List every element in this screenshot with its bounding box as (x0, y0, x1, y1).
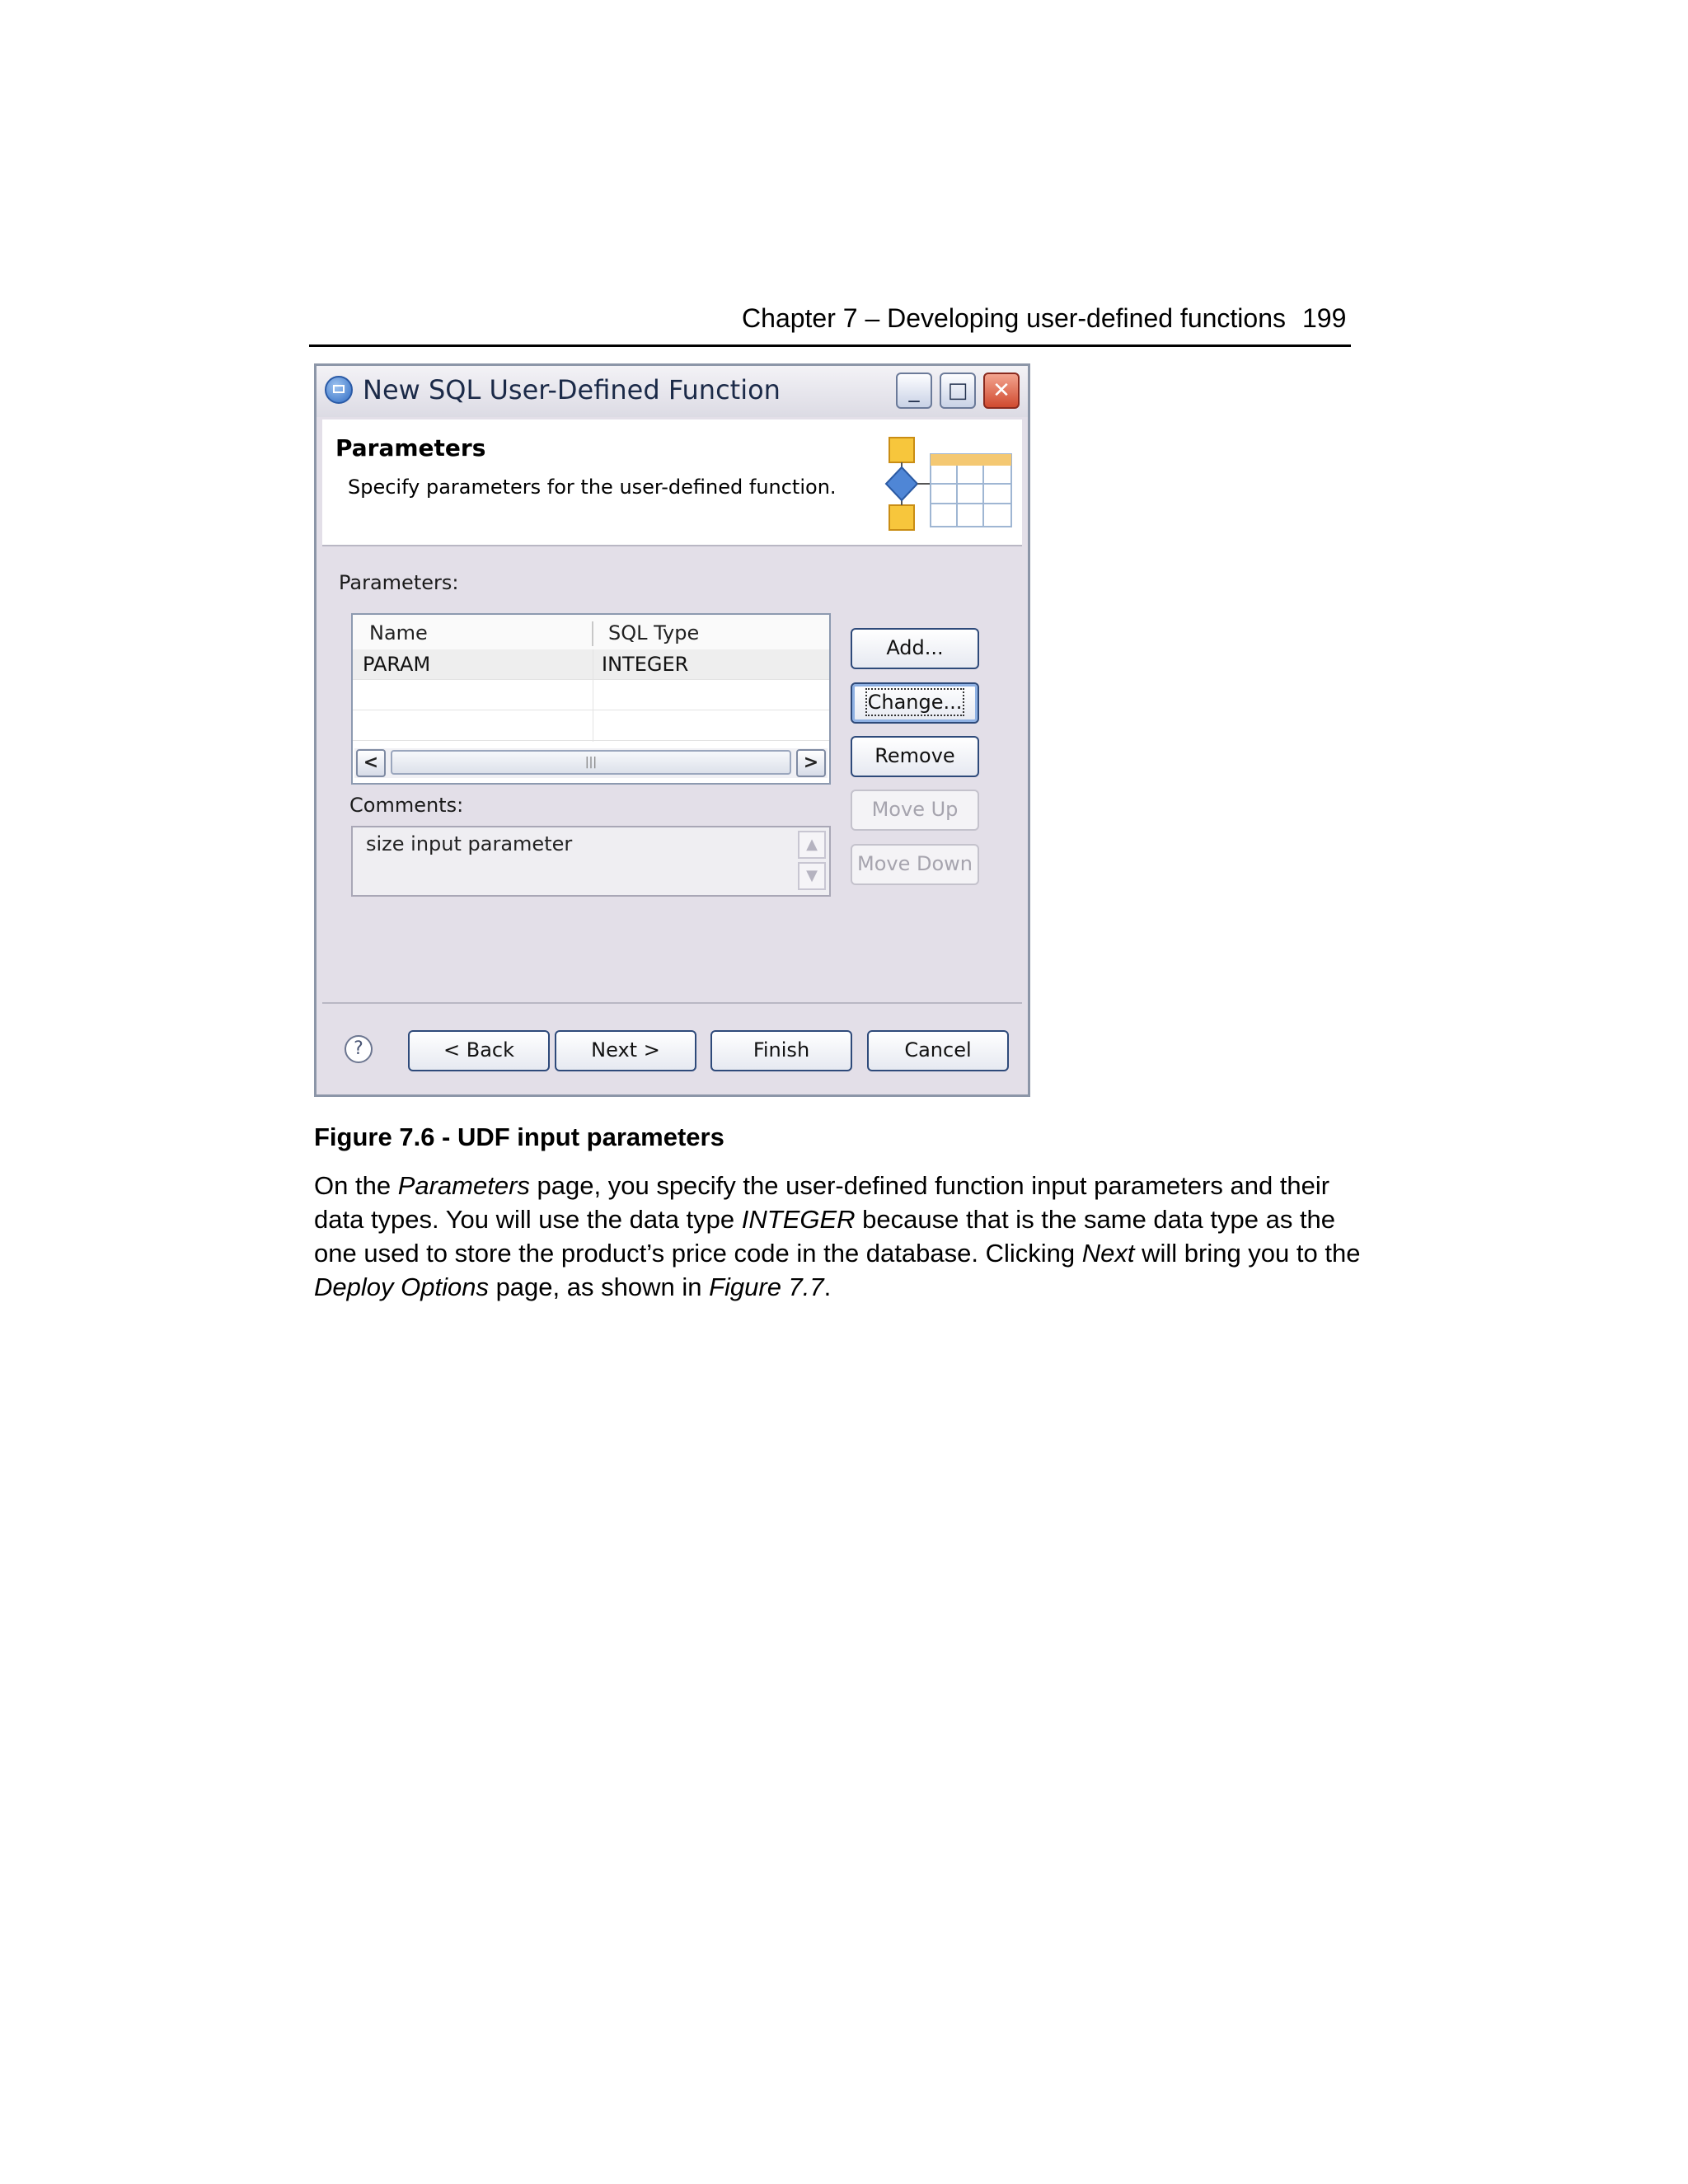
move-up-button[interactable]: Move Up (851, 790, 979, 831)
table-row[interactable]: PARAM INTEGER (353, 649, 829, 680)
back-button[interactable]: < Back (408, 1030, 550, 1071)
para-emphasis: Parameters (397, 1171, 530, 1200)
page-number: 199 (1302, 303, 1347, 333)
close-button[interactable]: ✕ (983, 373, 1020, 409)
scroll-up-icon: ▲ (798, 831, 826, 859)
para-text: On the (314, 1171, 398, 1200)
change-button[interactable]: Change... (851, 682, 979, 724)
remove-button[interactable]: Remove (851, 736, 979, 777)
running-header-title: Chapter 7 – Developing user-defined func… (742, 303, 1286, 333)
scrollbar-thumb[interactable]: ||| (391, 750, 791, 775)
para-text: page, as shown in (488, 1272, 710, 1301)
page-description: Specify parameters for the user-defined … (348, 476, 837, 499)
para-emphasis: Deploy Options (314, 1272, 489, 1301)
body-paragraph: On the Parameters page, you specify the … (314, 1169, 1361, 1304)
maximize-button[interactable]: □ (940, 373, 976, 409)
parameters-table[interactable]: Name SQL Type PARAM INTEGER < ||| > (351, 613, 831, 785)
comments-value: size input parameter (366, 832, 573, 855)
page-title: Parameters (335, 434, 486, 462)
table-row-empty (353, 680, 829, 710)
footer-divider (322, 1002, 1022, 1004)
cancel-button[interactable]: Cancel (867, 1030, 1009, 1071)
finish-button[interactable]: Finish (710, 1030, 852, 1071)
window-titlebar[interactable]: New SQL User-Defined Function _ □ ✕ (316, 366, 1028, 417)
cell-sql-type: INTEGER (602, 653, 689, 676)
minimize-button[interactable]: _ (896, 373, 932, 409)
para-emphasis: Next (1081, 1239, 1135, 1268)
move-down-button[interactable]: Move Down (851, 844, 979, 885)
column-header-name[interactable]: Name (369, 621, 428, 644)
udf-dialog-window: New SQL User-Defined Function _ □ ✕ Para… (314, 363, 1030, 1097)
window-app-icon (325, 376, 353, 404)
wizard-banner: Parameters Specify parameters for the us… (322, 419, 1022, 546)
para-emphasis: Figure 7.7 (709, 1272, 824, 1301)
para-text: . (823, 1272, 832, 1301)
parameters-wizard-icon (884, 437, 1012, 531)
help-icon[interactable]: ? (345, 1035, 373, 1063)
next-button[interactable]: Next > (555, 1030, 696, 1071)
para-text: will bring you to the (1134, 1239, 1361, 1268)
cell-param-name: PARAM (363, 653, 431, 676)
scroll-left-icon[interactable]: < (356, 749, 386, 777)
parameters-label: Parameters: (339, 571, 459, 594)
column-header-sql-type[interactable]: SQL Type (608, 621, 699, 644)
scroll-right-icon[interactable]: > (796, 749, 826, 777)
table-header: Name SQL Type (353, 615, 829, 650)
horizontal-scrollbar[interactable]: < ||| > (354, 748, 828, 778)
figure-caption: Figure 7.6 - UDF input parameters (314, 1122, 724, 1151)
comments-textarea[interactable]: size input parameter ▲ ▼ (351, 826, 831, 897)
add-button[interactable]: Add... (851, 628, 979, 669)
scroll-down-icon: ▼ (798, 862, 826, 890)
column-separator[interactable] (592, 621, 593, 646)
para-emphasis: INTEGER (741, 1205, 856, 1234)
header-rule (309, 344, 1351, 347)
window-title: New SQL User-Defined Function (363, 374, 781, 405)
comments-label: Comments: (349, 794, 464, 817)
change-button-label: Change... (865, 688, 965, 716)
table-row-empty (353, 710, 829, 741)
